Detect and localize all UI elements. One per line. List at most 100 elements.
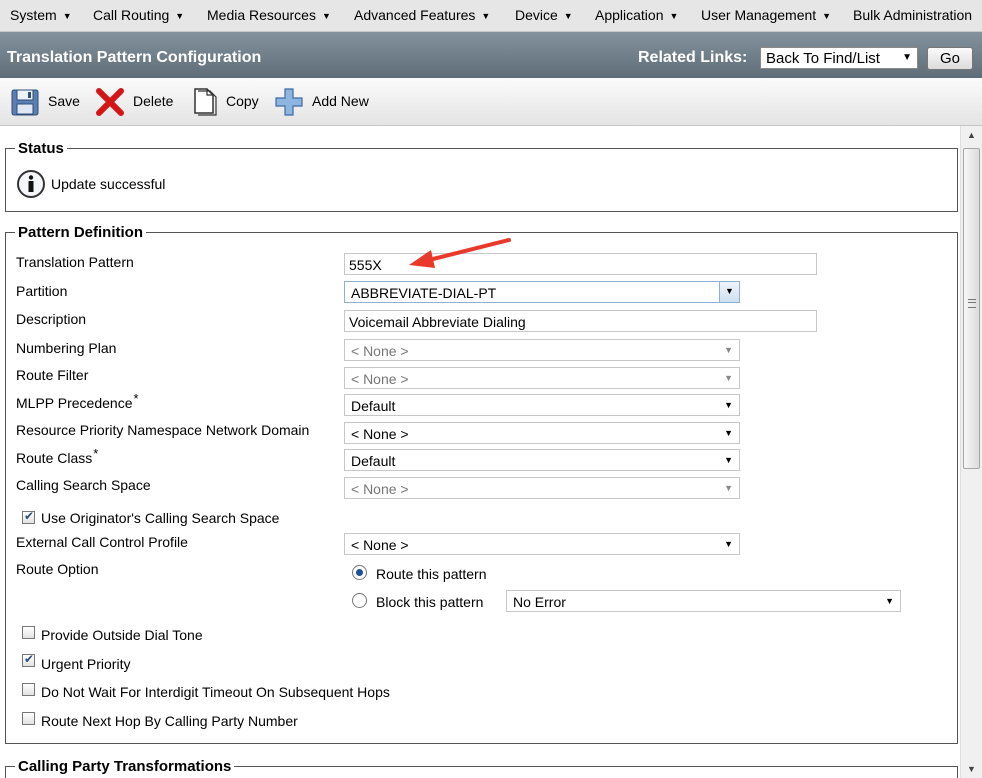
dropdown-button[interactable]: ▼ <box>719 282 739 302</box>
caret-down-icon: ▼ <box>725 286 734 296</box>
calling-search-space-label: Calling Search Space <box>16 477 151 493</box>
calling-party-legend: Calling Party Transformations <box>15 758 235 775</box>
block-reason-value: No Error <box>513 594 566 610</box>
mlpp-precedence-select[interactable]: Default ▼ <box>344 394 740 416</box>
checkmark-icon: ✔ <box>24 652 35 666</box>
external-call-control-value: < None > <box>351 537 409 553</box>
radio-selected-dot <box>356 569 363 576</box>
toolbar: Save Delete Copy Add New <box>0 78 982 126</box>
numbering-plan-value: < None > <box>351 343 409 359</box>
required-marker: * <box>133 391 139 406</box>
go-button[interactable]: Go <box>927 47 973 70</box>
resource-priority-select[interactable]: < None > ▼ <box>344 422 740 444</box>
menu-advanced-features[interactable]: Advanced Features ▼ <box>354 7 490 23</box>
top-menu-bar: System ▼ Call Routing ▼ Media Resources ▼ A… <box>0 0 982 32</box>
caret-down-icon: ▼ <box>822 11 832 21</box>
route-class-select[interactable]: Default ▼ <box>344 449 740 471</box>
scroll-down-arrow-icon[interactable]: ▼ <box>967 764 976 774</box>
menu-label: Media Resources <box>207 7 316 23</box>
caret-down-icon: ▼ <box>669 11 679 21</box>
calling-search-space-select[interactable]: < None > ▼ <box>344 477 740 499</box>
grip-icon <box>968 299 976 308</box>
menu-device[interactable]: Device ▼ <box>515 7 573 23</box>
scrollbar-thumb[interactable] <box>963 148 980 469</box>
menu-label: User Management <box>701 7 817 23</box>
translation-pattern-label: Translation Pattern <box>16 254 134 270</box>
menu-label: System <box>10 7 57 23</box>
external-call-control-label: External Call Control Profile <box>16 534 188 550</box>
provide-outside-dial-tone-label: Provide Outside Dial Tone <box>41 627 203 643</box>
mlpp-precedence-text: MLPP Precedence <box>16 395 133 411</box>
caret-down-icon: ▼ <box>724 345 733 355</box>
scroll-up-arrow-icon[interactable]: ▲ <box>967 130 976 140</box>
menu-label: Advanced Features <box>354 7 476 23</box>
save-label: Save <box>48 93 80 109</box>
menu-user-management[interactable]: User Management ▼ <box>701 7 831 23</box>
related-links-select[interactable]: Back To Find/List ▼ <box>760 47 918 69</box>
annotation-arrow-icon <box>409 238 511 268</box>
caret-down-icon: ▼ <box>563 11 573 21</box>
use-originators-css-label: Use Originator's Calling Search Space <box>41 510 280 526</box>
calling-party-transformations-section: Calling Party Transformations <box>5 758 958 778</box>
partition-select[interactable]: ABBREVIATE-DIAL-PT ▼ <box>344 281 740 303</box>
status-section: Status Update successful <box>5 140 958 212</box>
delete-button[interactable]: Delete <box>95 87 180 117</box>
mlpp-precedence-label: MLPP Precedence* <box>16 391 139 411</box>
numbering-plan-select[interactable]: < None > ▼ <box>344 339 740 361</box>
copy-button[interactable]: Copy <box>190 87 265 117</box>
copy-icon <box>194 88 217 116</box>
menu-system[interactable]: System ▼ <box>10 7 72 23</box>
menu-label: Application <box>595 7 664 23</box>
info-icon <box>17 170 45 198</box>
save-button[interactable]: Save <box>10 87 85 117</box>
related-links-value: Back To Find/List <box>766 50 880 67</box>
description-label: Description <box>16 311 87 327</box>
numbering-plan-label: Numbering Plan <box>16 340 117 356</box>
caret-down-icon: ▼ <box>62 11 72 21</box>
caret-down-icon: ▼ <box>724 539 733 549</box>
do-not-wait-checkbox[interactable] <box>22 683 35 696</box>
checkmark-icon: ✔ <box>24 509 35 523</box>
save-icon <box>11 89 39 116</box>
add-new-button[interactable]: Add New <box>274 87 374 117</box>
route-filter-label: Route Filter <box>16 367 89 383</box>
calling-search-space-value: < None > <box>351 481 409 497</box>
vertical-scrollbar[interactable]: ▲ ▼ <box>960 126 982 778</box>
translation-pattern-value: 555X <box>349 257 382 273</box>
caret-down-icon: ▼ <box>902 52 912 63</box>
do-not-wait-label: Do Not Wait For Interdigit Timeout On Su… <box>41 684 390 700</box>
route-next-hop-label: Route Next Hop By Calling Party Number <box>41 713 298 729</box>
block-this-pattern-radio[interactable] <box>352 593 367 608</box>
menu-call-routing[interactable]: Call Routing ▼ <box>93 7 184 23</box>
status-legend: Status <box>15 140 67 157</box>
caret-down-icon: ▼ <box>321 11 331 21</box>
delete-label: Delete <box>133 93 174 109</box>
add-new-label: Add New <box>312 93 369 109</box>
provide-outside-dial-tone-checkbox[interactable] <box>22 626 35 639</box>
block-reason-select[interactable]: No Error ▼ <box>506 590 901 612</box>
menu-label: Device <box>515 7 558 23</box>
route-next-hop-checkbox[interactable] <box>22 712 35 725</box>
route-filter-value: < None > <box>351 371 409 387</box>
route-filter-select[interactable]: < None > ▼ <box>344 367 740 389</box>
menu-media-resources[interactable]: Media Resources ▼ <box>207 7 331 23</box>
main-content: Status Update successful Pattern Definit… <box>0 126 960 778</box>
route-this-pattern-label: Route this pattern <box>376 566 487 582</box>
delete-x-icon <box>96 88 124 116</box>
route-this-pattern-radio[interactable] <box>352 565 367 580</box>
caret-down-icon: ▼ <box>724 373 733 383</box>
route-class-text: Route Class <box>16 450 93 466</box>
description-input[interactable]: Voicemail Abbreviate Dialing <box>344 310 817 332</box>
page-title: Translation Pattern Configuration <box>7 49 262 66</box>
urgent-priority-checkbox[interactable]: ✔ <box>22 652 35 667</box>
add-plus-icon <box>275 88 303 116</box>
menu-application[interactable]: Application ▼ <box>595 7 678 23</box>
partition-value: ABBREVIATE-DIAL-PT <box>351 285 497 301</box>
external-call-control-select[interactable]: < None > ▼ <box>344 533 740 555</box>
resource-priority-label: Resource Priority Namespace Network Doma… <box>16 422 310 438</box>
use-originators-css-checkbox[interactable]: ✔ <box>22 509 35 524</box>
menu-bulk-administration[interactable]: Bulk Administration <box>853 7 972 23</box>
related-links-label: Related Links: <box>638 49 748 66</box>
caret-down-icon: ▼ <box>724 455 733 465</box>
caret-down-icon: ▼ <box>885 596 894 606</box>
